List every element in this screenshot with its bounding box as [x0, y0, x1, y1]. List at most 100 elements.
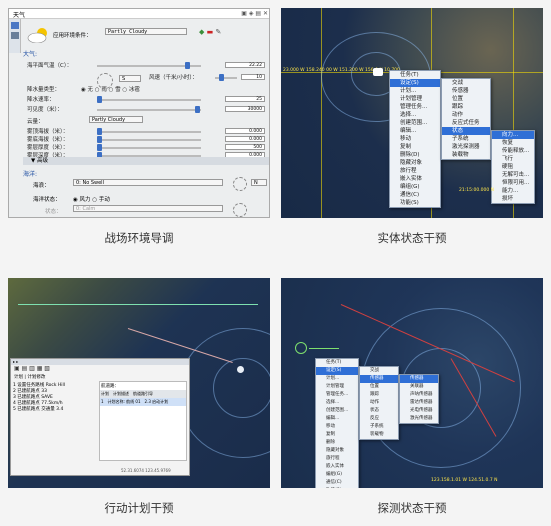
menu-item[interactable]: 损坏	[492, 195, 534, 203]
entity-submenu-2[interactable]: 向力... 恢复 传能释放... 飞行 硬阻 无解可击... 恒限可用... 能力... 损坏	[491, 130, 535, 204]
menu-item[interactable]: 计划...	[316, 375, 358, 383]
menu-item[interactable]: 动作	[442, 111, 490, 119]
sea-select[interactable]: 0: No Swell	[73, 179, 223, 186]
sea-dir-select[interactable]: N	[251, 179, 267, 186]
value-slider[interactable]	[97, 99, 201, 101]
list-item[interactable]: 5 已建航路点 交通量 3.4	[13, 407, 95, 413]
wind-compass[interactable]	[97, 73, 113, 89]
sea-state-options[interactable]: ◉ 风力 ○ 手动	[73, 195, 110, 203]
value-input[interactable]: 0.000	[225, 128, 265, 134]
menu-item[interactable]: 雷达传感器	[400, 399, 438, 407]
plan-map[interactable]: ▸ ▸ ▣ ▤ ▥ ▦ ▧ 计划 | 计划修改 1 设置任务路线 Rock Hi…	[8, 278, 270, 488]
menu-item[interactable]: 编辑...	[390, 127, 440, 135]
cloud-select[interactable]: Partly Cloudy	[89, 116, 143, 123]
detect-submenu[interactable]: 交战 传感器 位置 跟踪 动作 状态 反应 子系统 装载物	[359, 366, 399, 440]
menu-item[interactable]: 任务(T)	[316, 359, 358, 367]
entity-context-menu[interactable]: 任务(T) 设定(S) 计划... 计划管理 管理任务... 选择... 创建范围... 编辑…	[389, 70, 441, 208]
entity-submenu[interactable]: 交战 传感器 位置 跟踪 动作 反应式任务 状态 子系统 激光探测器 装载物	[441, 78, 491, 160]
menu-item[interactable]: 功能(S)	[390, 199, 440, 207]
menu-item[interactable]: 选择...	[316, 399, 358, 407]
menu-item[interactable]: 关联器	[400, 383, 438, 391]
menu-item[interactable]: 复制	[390, 143, 440, 151]
menu-item[interactable]: 编组(G)	[316, 471, 358, 479]
value-slider[interactable]	[97, 139, 201, 141]
value-input[interactable]: 25	[225, 96, 265, 102]
menu-item[interactable]: 激光探测器	[442, 143, 490, 151]
menu-item[interactable]: 删除	[316, 439, 358, 447]
detect-map[interactable]: 任务(T) 设定(S) 计划... 计划管理 管理任务... 选择... 创建范围... 编辑…	[281, 278, 543, 488]
menu-item[interactable]: 传感器	[442, 87, 490, 95]
menu-item[interactable]: 能力...	[492, 187, 534, 195]
layers-tool-icon[interactable]	[11, 32, 19, 39]
menu-item[interactable]: 装载物	[442, 151, 490, 159]
tab-plan[interactable]: 计划	[14, 375, 23, 380]
window-controls-icon[interactable]: ▣ ◈ ▤ ✕	[241, 10, 268, 17]
slider-knob[interactable]	[97, 136, 102, 143]
value-input[interactable]: 0.000	[225, 136, 265, 142]
menu-item[interactable]: 选择...	[390, 111, 440, 119]
menu-item[interactable]: 恒限可用...	[492, 179, 534, 187]
condition-select[interactable]: Partly Cloudy	[105, 28, 187, 35]
menu-item[interactable]: 声呐传感器	[400, 391, 438, 399]
menu-item[interactable]: 功能(S)	[316, 487, 358, 488]
menu-item[interactable]: 隐藏对象	[390, 159, 440, 167]
value-input[interactable]: 22.22	[225, 62, 265, 68]
slider-knob[interactable]	[219, 74, 224, 81]
menu-item[interactable]: 无解可击...	[492, 171, 534, 179]
plan-toolbar-icons[interactable]: ▣ ▤ ▥ ▦ ▧	[11, 365, 189, 374]
menu-item[interactable]: 管理任务...	[316, 391, 358, 399]
menu-item[interactable]: 传感器	[360, 375, 398, 383]
menu-item[interactable]: 向力...	[492, 131, 534, 139]
menu-item[interactable]: 嵌入实体	[390, 175, 440, 183]
sea-compass[interactable]	[233, 177, 247, 191]
menu-item[interactable]: 光电传感器	[400, 407, 438, 415]
menu-item[interactable]: 计划管理	[316, 383, 358, 391]
menu-item[interactable]: 通信(C)	[316, 479, 358, 487]
menu-item[interactable]: 隐藏对象	[316, 447, 358, 455]
menu-item[interactable]: 跟踪	[442, 103, 490, 111]
menu-item[interactable]: 传感器	[400, 375, 438, 383]
weather-tool-icon[interactable]	[11, 22, 19, 29]
slider-knob[interactable]	[185, 62, 190, 69]
slider-knob[interactable]	[97, 144, 102, 151]
menu-item[interactable]: 旅行程	[390, 167, 440, 175]
menu-item[interactable]: 设定(S)	[316, 367, 358, 375]
menu-item[interactable]: 编组(G)	[390, 183, 440, 191]
plan-list[interactable]: 1 设置任务路线 Rock Hill 2 已建航路点 33 3 已建航路点 SAVE…	[13, 383, 95, 413]
menu-item[interactable]: 位置	[360, 383, 398, 391]
value-input[interactable]: 30000	[225, 106, 265, 112]
slider-knob[interactable]	[97, 96, 102, 103]
menu-item[interactable]: 硬阻	[492, 163, 534, 171]
menu-item[interactable]: 跟踪	[360, 391, 398, 399]
toolbar-icons[interactable]: ◆ ▬ ✎	[199, 28, 221, 36]
sensor-marker[interactable]	[295, 342, 307, 354]
tab-plan-edit[interactable]: 计划修改	[27, 375, 45, 380]
slider-knob[interactable]	[97, 128, 102, 135]
menu-item[interactable]: 激光传感器	[400, 415, 438, 423]
menu-item[interactable]: 装载物	[360, 431, 398, 439]
menu-item[interactable]: 删除(D)	[390, 151, 440, 159]
menu-item[interactable]: 传能释放...	[492, 147, 534, 155]
menu-item[interactable]: 交战	[442, 79, 490, 87]
menu-item[interactable]: 创建范围...	[316, 407, 358, 415]
wind-dir-select[interactable]: S	[119, 75, 141, 82]
menu-item[interactable]: 状态	[442, 127, 490, 135]
value-input[interactable]: 500	[225, 144, 265, 150]
menu-item[interactable]: 复制	[316, 431, 358, 439]
menu-item[interactable]: 恢复	[492, 139, 534, 147]
table-row[interactable]: 1 计划名称: 航线 01 2.3 启动计划	[100, 398, 186, 406]
menu-item[interactable]: 创建范围...	[390, 119, 440, 127]
contact-marker[interactable]	[237, 366, 244, 373]
state-select[interactable]: 0: Calm	[73, 205, 223, 212]
value-slider[interactable]	[97, 109, 201, 111]
menu-item[interactable]: 任务(T)	[390, 71, 440, 79]
value-slider[interactable]	[97, 147, 201, 149]
advanced-toggle[interactable]: ▼ 高级	[23, 157, 269, 165]
menu-item[interactable]: 嵌入实体	[316, 463, 358, 471]
entity-map[interactable]: 23.000 W 158.240 00 W 151.200 W 156.0 N …	[281, 8, 543, 218]
menu-item[interactable]: 位置	[442, 95, 490, 103]
state-compass[interactable]	[233, 203, 247, 217]
unit-marker[interactable]	[373, 68, 383, 76]
menu-item[interactable]: 通信(C)	[390, 191, 440, 199]
value-slider[interactable]	[97, 131, 201, 133]
